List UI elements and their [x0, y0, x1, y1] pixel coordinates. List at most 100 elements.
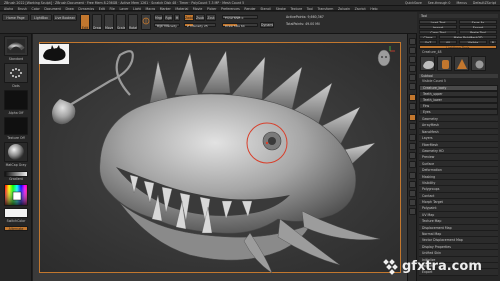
menu-marker[interactable]: Marker: [160, 7, 171, 11]
menu-alpha[interactable]: Alpha: [4, 7, 13, 11]
scale-button[interactable]: Scale: [116, 14, 126, 30]
menu-document[interactable]: Document: [44, 7, 61, 11]
floor-button[interactable]: [409, 103, 416, 110]
focal-shift-slider[interactable]: Focal Shift 0: [222, 15, 258, 20]
texture-selector[interactable]: [4, 117, 28, 135]
menu-zscript[interactable]: Zscript: [355, 7, 366, 11]
document-canvas[interactable]: [39, 42, 401, 274]
quicksave-button[interactable]: QuickSave: [405, 1, 422, 5]
clone-button[interactable]: Clone: [419, 35, 437, 39]
default-zscript-button[interactable]: DefaultZScript: [473, 1, 496, 5]
export-button[interactable]: Export: [459, 25, 497, 29]
menus-button[interactable]: Menus: [456, 1, 466, 5]
menu-help[interactable]: Help: [370, 7, 377, 11]
draw-button[interactable]: Draw: [92, 14, 102, 30]
zcut-button[interactable]: Zcut: [206, 14, 216, 21]
tool-thumb-simplebrush[interactable]: [471, 56, 486, 71]
subtool-item[interactable]: Teeth_upper: [419, 91, 498, 97]
menu-file[interactable]: File: [110, 7, 115, 11]
save-as-button[interactable]: Save As: [459, 20, 497, 24]
tool-thumb-cylinder[interactable]: [437, 56, 452, 71]
lightbox-tools-button[interactable]: Lightbox▸Tools: [419, 45, 497, 49]
polyf-button[interactable]: [409, 172, 416, 179]
subtool-section-header[interactable]: Subtool: [419, 74, 498, 78]
dynamic-button[interactable]: Dynamic: [260, 22, 274, 28]
home-page-button[interactable]: Home Page: [2, 14, 29, 21]
subtool-item[interactable]: Fins: [419, 103, 498, 109]
persp-button[interactable]: [409, 94, 416, 101]
spix-button[interactable]: [409, 47, 416, 54]
menu-transform[interactable]: Transform: [318, 7, 334, 11]
axis-gizmo-icon[interactable]: [388, 45, 396, 53]
r-button[interactable]: R: [489, 40, 497, 44]
menu-stroke[interactable]: Stroke: [276, 7, 286, 11]
aahalf-button[interactable]: [409, 83, 416, 90]
material-selector[interactable]: [4, 142, 28, 162]
subtool-item[interactable]: Eyes: [419, 109, 498, 115]
menu-picker[interactable]: Picker: [207, 7, 217, 11]
menu-texture[interactable]: Texture: [290, 7, 302, 11]
live-boolean-button[interactable]: Live Boolean: [53, 14, 77, 21]
main-color-swatch[interactable]: [4, 208, 28, 218]
zoom3d-button[interactable]: [409, 152, 416, 159]
rotate-view-button[interactable]: [409, 161, 416, 168]
menu-render[interactable]: Render: [244, 7, 255, 11]
menu-draw[interactable]: Draw: [66, 7, 74, 11]
subtool-item[interactable]: Teeth_lower: [419, 97, 498, 103]
menu-brush[interactable]: Brush: [18, 7, 27, 11]
rgb-button[interactable]: Rgb: [164, 14, 173, 21]
import-button[interactable]: Import: [419, 25, 457, 29]
local-button[interactable]: [409, 114, 416, 121]
make-polymesh-button[interactable]: Make PolyMesh3D: [439, 35, 497, 39]
scroll-button[interactable]: [409, 56, 416, 63]
lightbox-button[interactable]: LightBox: [30, 14, 52, 21]
menu-color[interactable]: Color: [31, 7, 39, 11]
zoom-button[interactable]: [409, 65, 416, 72]
stroke-selector[interactable]: [4, 63, 28, 83]
goz-button[interactable]: GoZ: [419, 40, 437, 44]
xyz-button[interactable]: [409, 123, 416, 130]
zadd-button[interactable]: Zadd: [184, 14, 194, 21]
see-through-slider[interactable]: See-through 0: [428, 1, 451, 5]
transp-button[interactable]: [409, 181, 416, 188]
canvas-viewport[interactable]: [33, 34, 407, 281]
bpr-button[interactable]: [409, 38, 416, 45]
xpose-button[interactable]: [409, 208, 416, 215]
paste-tool-button[interactable]: Paste Tool: [459, 30, 497, 34]
actual-button[interactable]: [409, 74, 416, 81]
tool-palette-header[interactable]: Tool: [419, 14, 498, 18]
menu-light[interactable]: Light: [133, 7, 141, 11]
brush-selector[interactable]: [4, 36, 28, 56]
copy-tool-button[interactable]: Copy Tool: [419, 30, 457, 34]
zsub-button[interactable]: Zsub: [195, 14, 205, 21]
z-intensity-slider[interactable]: Z Intensity 25: [184, 23, 216, 28]
menu-macro[interactable]: Macro: [146, 7, 156, 11]
frame-button[interactable]: [409, 134, 416, 141]
tool-thumb-creature[interactable]: [420, 56, 435, 71]
gizmo-icon[interactable]: [141, 14, 151, 30]
color-picker[interactable]: [4, 184, 28, 206]
menu-dynamics[interactable]: Dynamics: [78, 7, 94, 11]
menu-layer[interactable]: Layer: [119, 7, 128, 11]
all-button[interactable]: All: [439, 40, 457, 44]
ghost-button[interactable]: [409, 190, 416, 197]
menu-zplugin[interactable]: Zplugin: [338, 7, 350, 11]
menu-material[interactable]: Material: [175, 7, 188, 11]
menu-tool[interactable]: Tool: [307, 7, 313, 11]
menu-preferences[interactable]: Preferences: [221, 7, 240, 11]
menu-edit[interactable]: Edit: [99, 7, 105, 11]
mrgb-button[interactable]: Mrgb: [154, 14, 163, 21]
tool-thumb-polymesh[interactable]: [454, 56, 469, 71]
menu-stencil[interactable]: Stencil: [260, 7, 271, 11]
move-button[interactable]: Move: [104, 14, 114, 30]
load-tool-button[interactable]: Load Tool: [419, 20, 457, 24]
edit-button[interactable]: Edit: [80, 14, 90, 30]
m-button[interactable]: M: [174, 14, 180, 21]
alternate-button[interactable]: Alternate: [4, 226, 28, 231]
rotate-button[interactable]: Rotate: [128, 14, 138, 30]
draw-size-slider[interactable]: Draw Size 64: [222, 23, 258, 28]
rgb-intensity-slider[interactable]: Rgb Intensity: [154, 23, 180, 28]
alpha-selector[interactable]: [4, 90, 28, 110]
move-view-button[interactable]: [409, 143, 416, 150]
solo-button[interactable]: [409, 199, 416, 206]
